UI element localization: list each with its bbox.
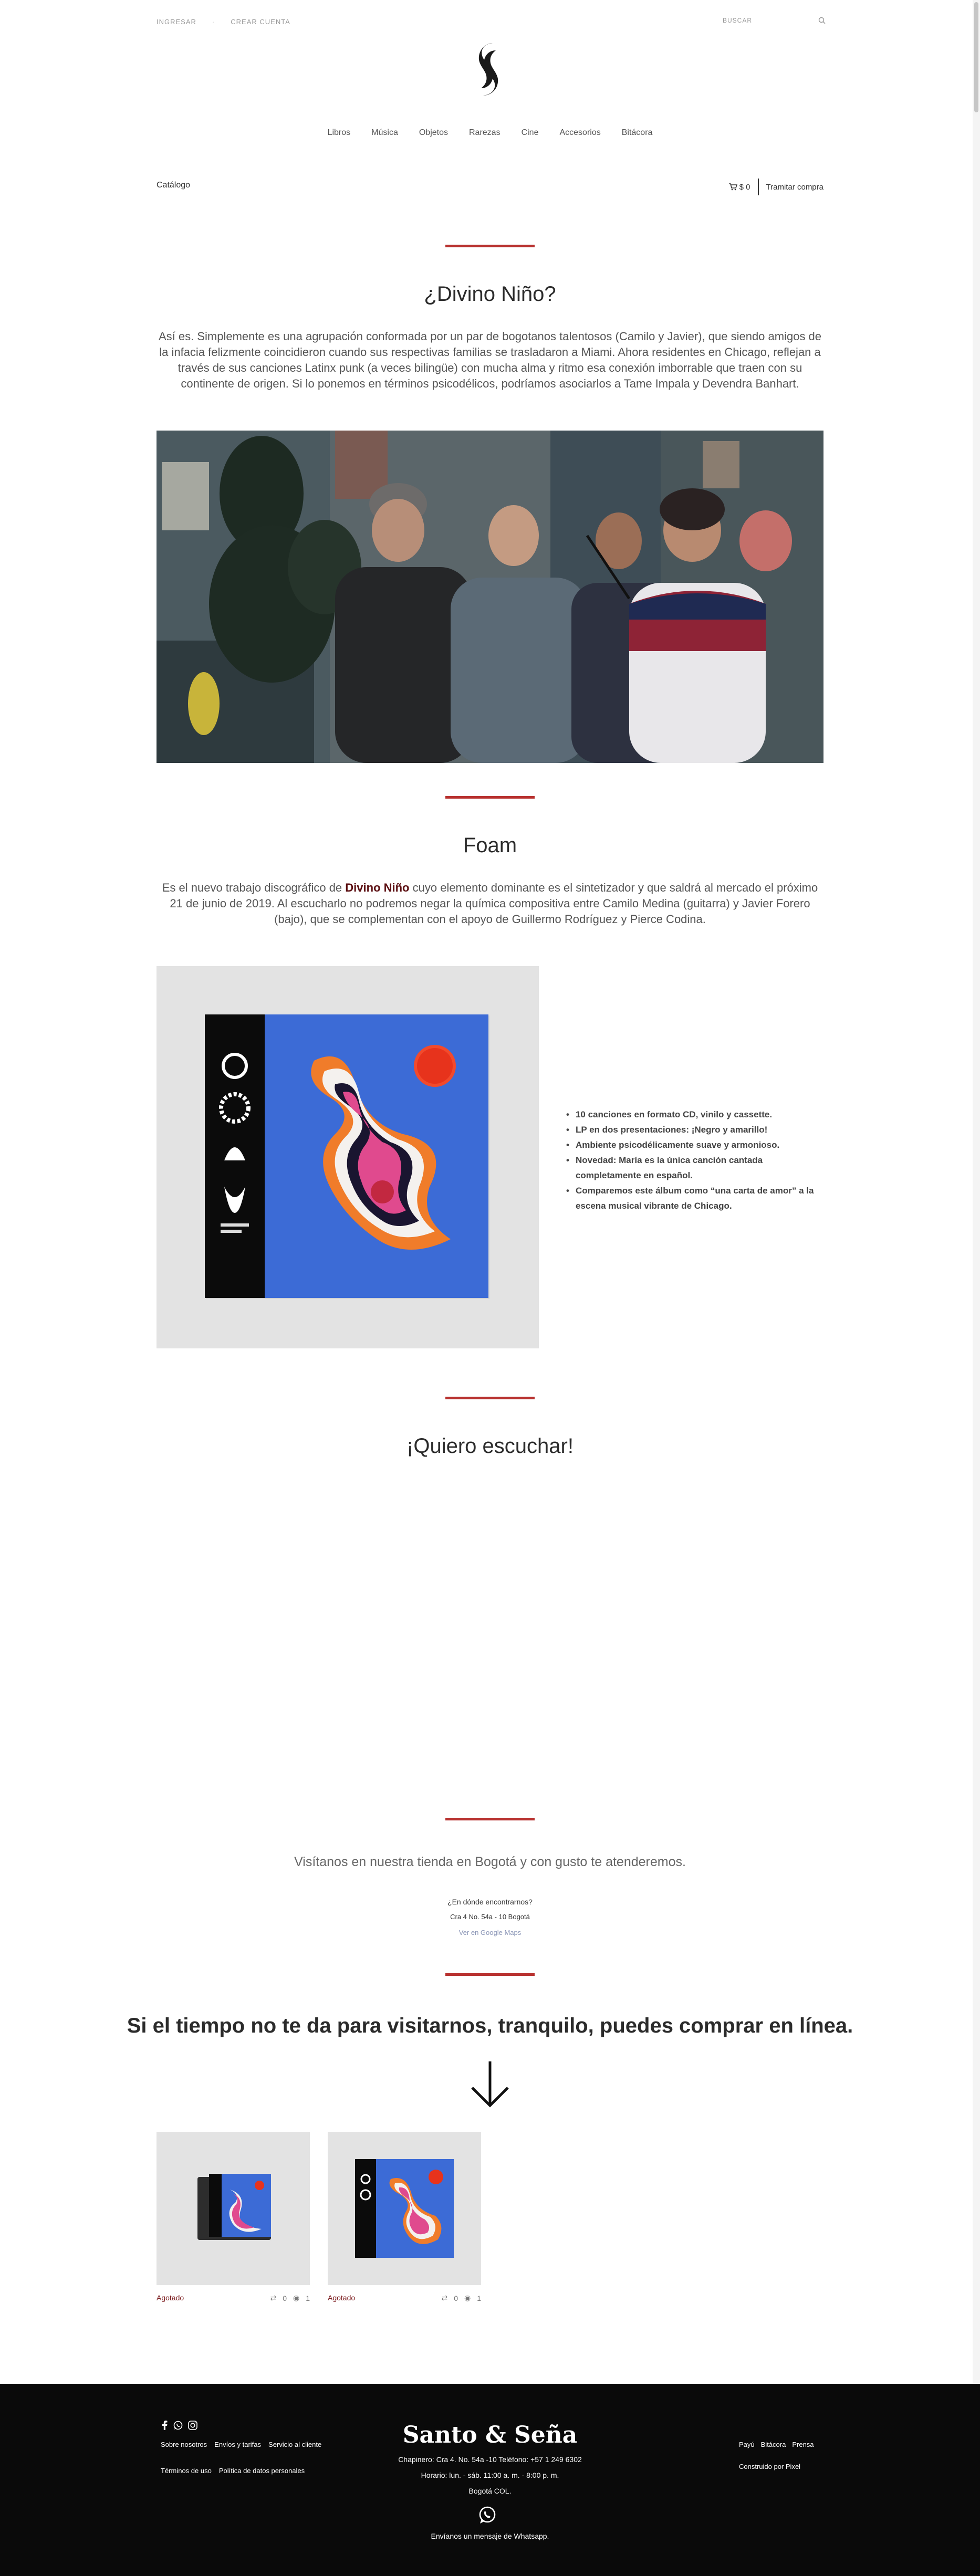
where-question: ¿En dónde encontrarnos?: [447, 1898, 533, 1906]
views-icon: ◉: [293, 2294, 300, 2302]
section-divider: [445, 796, 535, 799]
sub-bar: Catálogo $ 0 Tramitar compra: [157, 179, 823, 195]
scrollbar-thumb[interactable]: [974, 2, 978, 112]
catalog-link[interactable]: Catálogo: [157, 181, 190, 190]
nav-rarezas[interactable]: Rarezas: [458, 128, 511, 138]
band-photo: [157, 431, 823, 763]
store-address: Cra 4 No. 54a - 10 Bogotá: [450, 1913, 530, 1921]
create-account-link[interactable]: CREAR CUENTA: [231, 18, 290, 26]
product-meta: Agotado ⇄ 0 ◉ 1: [157, 2294, 310, 2305]
album-cover-foam: [205, 1014, 489, 1299]
site-footer: Sobre nosotros Envíos y tarifas Servicio…: [0, 2384, 980, 2576]
account-links: INGRESAR · CREAR CUENTA: [157, 18, 290, 26]
login-link[interactable]: INGRESAR: [157, 18, 196, 26]
built-by-link[interactable]: Construido por Pixel: [739, 2463, 800, 2470]
nav-libros[interactable]: Libros: [317, 128, 361, 138]
feature-item: Ambiente psicodélicamente suave y armoni…: [566, 1137, 823, 1153]
product-card-cd[interactable]: [157, 2132, 310, 2285]
nav-objetos[interactable]: Objetos: [409, 128, 458, 138]
arrow-down-icon: [471, 2061, 509, 2108]
search-icon[interactable]: [818, 17, 826, 24]
footer-link-payu[interactable]: Payú: [739, 2441, 755, 2448]
views-count: 1: [477, 2294, 481, 2302]
product-meta: Agotado ⇄ 0 ◉ 1: [328, 2294, 481, 2305]
section-divider: [445, 1973, 535, 1976]
feature-item: Novedad: María es la única canción canta…: [566, 1153, 823, 1183]
google-maps-link[interactable]: Ver en Google Maps: [0, 1929, 980, 1936]
search-placeholder: BUSCAR: [723, 17, 753, 24]
foam-paragraph: Es el nuevo trabajo discográfico de Divi…: [157, 880, 823, 927]
product-status: Agotado: [328, 2294, 356, 2302]
section-divider: [445, 245, 535, 247]
section-title-listen: ¡Quiero escuchar!: [406, 1434, 574, 1458]
band-photo-illustration: [157, 431, 823, 763]
embedded-player-area[interactable]: [157, 1481, 823, 1785]
scrollbar[interactable]: [973, 0, 980, 2576]
footer-city: Bogotá COL.: [468, 2487, 512, 2495]
product-status: Agotado: [157, 2294, 184, 2302]
section-divider: [445, 1397, 535, 1399]
views-count: 1: [306, 2294, 310, 2302]
footer-right-links: Payú Bitácora Prensa: [739, 2441, 814, 2448]
section-title-divino-nino: ¿Divino Niño?: [424, 282, 556, 306]
search-box[interactable]: BUSCAR: [723, 13, 826, 28]
whatsapp-message-link[interactable]: Envíanos un mensaje de Whatsapp.: [0, 2532, 980, 2540]
foam-text-before: Es el nuevo trabajo discográfico de: [162, 881, 346, 894]
checkout-link[interactable]: Tramitar compra: [759, 183, 823, 192]
product-stats: ⇄ 0 ◉ 1: [270, 2294, 310, 2302]
product-image-cd: [197, 2174, 271, 2240]
section-title-buy-online: Si el tiempo no te da para visitarnos, t…: [127, 2014, 853, 2037]
nav-accesorios[interactable]: Accesorios: [549, 128, 611, 138]
product-image-vinyl: [355, 2159, 454, 2258]
visit-text: Visítanos en nuestra tienda en Bogotá y …: [294, 1855, 686, 1869]
separator: ·: [212, 18, 215, 26]
views-icon: ◉: [464, 2294, 471, 2302]
nav-cine[interactable]: Cine: [511, 128, 549, 138]
whatsapp-large-icon[interactable]: [478, 2506, 497, 2525]
santo-sena-logo[interactable]: [472, 41, 505, 98]
intro-paragraph: Así es. Simplemente es una agrupación co…: [158, 330, 822, 390]
product-card-vinyl[interactable]: [328, 2132, 481, 2285]
footer-link-prensa[interactable]: Prensa: [792, 2441, 814, 2448]
features-list: 10 canciones en formato CD, vinilo y cas…: [566, 1107, 823, 1213]
main-nav: Libros Música Objetos Rarezas Cine Acces…: [0, 128, 980, 138]
cart-amount: $ 0: [739, 182, 750, 192]
repost-icon[interactable]: ⇄: [441, 2294, 447, 2302]
repost-count: 0: [283, 2294, 287, 2302]
album-cover-panel: [157, 966, 539, 1348]
cart: $ 0 Tramitar compra: [728, 179, 823, 195]
nav-bitacora[interactable]: Bitácora: [611, 128, 663, 138]
feature-item: LP en dos presentaciones: ¡Negro y amari…: [566, 1122, 823, 1137]
footer-brand[interactable]: Santo & Seña: [0, 2422, 980, 2448]
footer-link-bitacora[interactable]: Bitácora: [761, 2441, 786, 2448]
repost-icon[interactable]: ⇄: [270, 2294, 276, 2302]
cart-icon: [728, 183, 737, 191]
feature-item: Comparemos este álbum como “una carta de…: [566, 1183, 823, 1213]
footer-address: Chapinero: Cra 4. No. 54a -10 Teléfono: …: [398, 2455, 582, 2464]
repost-count: 0: [454, 2294, 458, 2302]
album-features: 10 canciones en formato CD, vinilo y cas…: [566, 1107, 823, 1213]
section-divider: [445, 1818, 535, 1820]
section-title-foam: Foam: [463, 834, 517, 857]
feature-item: 10 canciones en formato CD, vinilo y cas…: [566, 1107, 823, 1122]
footer-hours: Horario: lun. - sáb. 11:00 a. m. - 8:00 …: [421, 2471, 559, 2479]
product-stats: ⇄ 0 ◉ 1: [441, 2294, 481, 2302]
foam-highlight-link[interactable]: Divino Niño: [345, 881, 409, 894]
nav-musica[interactable]: Música: [361, 128, 409, 138]
cart-summary[interactable]: $ 0: [728, 179, 759, 195]
